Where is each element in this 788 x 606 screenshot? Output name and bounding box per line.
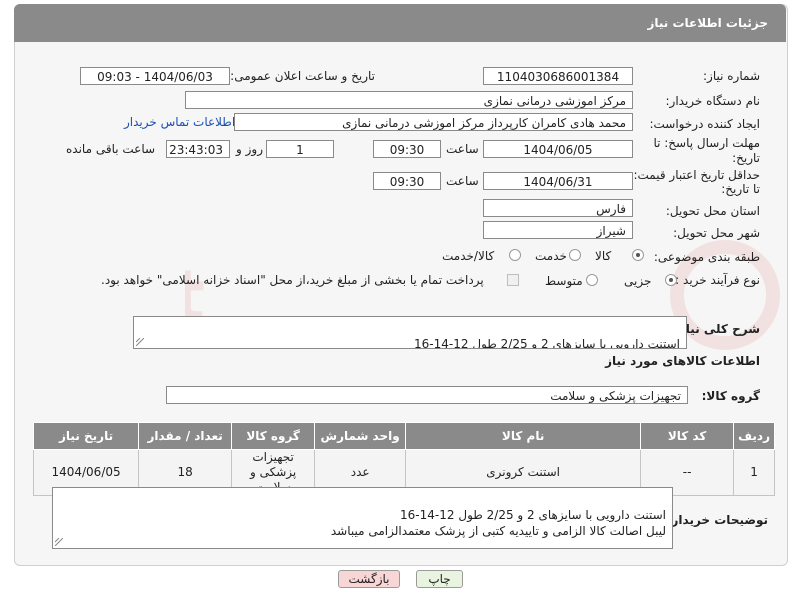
- category-option-service: خدمت: [535, 249, 567, 263]
- panel-header: جزئیات اطلاعات نیاز: [14, 4, 786, 42]
- col-quantity: تعداد / مقدار: [138, 422, 233, 450]
- reply-days-label: روز و: [236, 142, 263, 156]
- treasury-note: پرداخت تمام یا بخشی از مبلغ خرید،از محل …: [101, 273, 484, 287]
- province-field: فارس: [483, 199, 633, 217]
- purchase-option-medium: متوسط: [545, 274, 583, 288]
- col-need-date: تاریخ نیاز: [32, 422, 140, 450]
- items-table: ردیف کد کالا نام کالا واحد شمارش گروه کا…: [32, 422, 775, 496]
- resize-grip-icon[interactable]: [136, 338, 144, 346]
- need-number-label: شماره نیاز:: [703, 69, 760, 83]
- purchase-type-label: نوع فرآیند خرید :: [675, 273, 760, 287]
- price-validity-label-1: حداقل تاریخ اعتبار قیمت:: [633, 168, 760, 182]
- price-validity-time: 09:30: [373, 172, 441, 190]
- reply-deadline-time: 09:30: [373, 140, 441, 158]
- goods-section-title: اطلاعات کالاهای مورد نیاز: [605, 354, 760, 368]
- col-code: کد کالا: [640, 422, 735, 450]
- reply-time-label: ساعت: [446, 142, 479, 156]
- purchase-option-minor: جزیی: [624, 274, 652, 288]
- buyer-contact-link[interactable]: اطلاعات تماس خریدار: [124, 115, 235, 129]
- announce-date-label: تاریخ و ساعت اعلان عمومی:: [230, 69, 375, 83]
- city-label: شهر محل تحویل:: [673, 226, 760, 240]
- category-radio-goods-service[interactable]: [509, 249, 521, 261]
- print-button[interactable]: چاپ: [416, 570, 463, 588]
- reply-deadline-date: 1404/06/05: [483, 140, 633, 158]
- col-group: گروه کالا: [231, 422, 316, 450]
- buyer-notes-textarea[interactable]: استنت دارویی با سایزهای 2 و 2/25 طول 12-…: [52, 487, 673, 549]
- requester-field: محمد هادی کامران کارپرداز مرکز اموزشی در…: [234, 113, 633, 131]
- buyer-notes-text: استنت دارویی با سایزهای 2 و 2/25 طول 12-…: [330, 508, 666, 538]
- need-number-field: 1104030686001384: [483, 67, 633, 85]
- price-validity-date: 1404/06/31: [483, 172, 633, 190]
- buyer-org-field: مرکز اموزشی درمانی نمازی: [185, 91, 633, 109]
- description-text: استنت دارویی با سایزهای 2 و 2/25 طول 12-…: [414, 337, 680, 349]
- category-radio-goods[interactable]: [632, 249, 644, 261]
- table-header-row: ردیف کد کالا نام کالا واحد شمارش گروه کا…: [32, 422, 775, 450]
- back-button[interactable]: بازگشت: [338, 570, 400, 588]
- treasury-checkbox[interactable]: [507, 274, 519, 286]
- province-label: استان محل تحویل:: [665, 204, 760, 218]
- page-title: جزئیات اطلاعات نیاز: [647, 16, 768, 30]
- goods-group-field: تجهیزات پزشکی و سلامت: [166, 386, 688, 404]
- remaining-time-field: 23:43:03: [166, 140, 230, 158]
- col-name: نام کالا: [405, 422, 642, 450]
- requester-label: ایجاد کننده درخواست:: [649, 117, 760, 131]
- category-option-goods-service: کالا/خدمت: [442, 249, 495, 263]
- goods-group-label: گروه کالا:: [701, 389, 760, 403]
- price-validity-label-2: تا تاریخ:: [721, 182, 760, 196]
- category-label: طبقه بندی موضوعی:: [653, 250, 760, 264]
- remaining-time-label: ساعت باقی مانده: [66, 142, 156, 156]
- reply-deadline-label-1: مهلت ارسال پاسخ: تا: [653, 136, 760, 150]
- category-radio-service[interactable]: [569, 249, 581, 261]
- category-option-goods: کالا: [595, 249, 612, 263]
- buyer-org-label: نام دستگاه خریدار:: [665, 94, 761, 108]
- city-field: شیراز: [483, 221, 633, 239]
- buyer-notes-label: توضیحات خریدار:: [666, 513, 768, 527]
- price-time-label: ساعت: [446, 174, 479, 188]
- purchase-radio-medium[interactable]: [586, 274, 598, 286]
- description-textarea[interactable]: استنت دارویی با سایزهای 2 و 2/25 طول 12-…: [133, 316, 687, 349]
- cell-row: 1: [733, 449, 775, 496]
- resize-grip-icon[interactable]: [55, 538, 63, 546]
- announce-date-field: 1404/06/03 - 09:03: [80, 67, 230, 85]
- col-row: ردیف: [733, 422, 775, 450]
- reply-deadline-label-2: تاریخ:: [732, 151, 760, 165]
- col-unit: واحد شمارش: [314, 422, 407, 450]
- reply-days-field: 1: [266, 140, 334, 158]
- purchase-radio-minor[interactable]: [665, 274, 677, 286]
